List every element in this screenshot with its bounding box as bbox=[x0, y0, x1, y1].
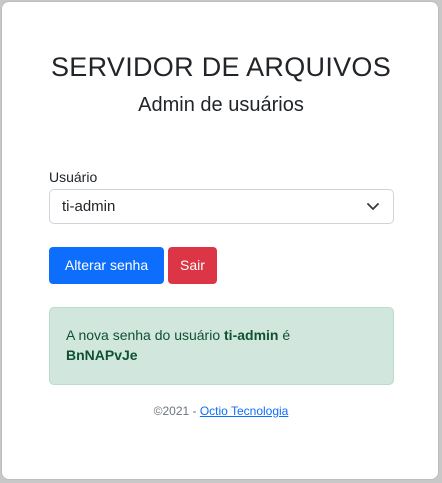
logout-button[interactable]: Sair bbox=[168, 247, 217, 284]
window-frame: SERVIDOR DE ARQUIVOS Admin de usuários U… bbox=[0, 0, 442, 483]
user-select-value: ti-admin bbox=[62, 198, 116, 215]
alert-password: BnNAPvJe bbox=[66, 347, 138, 363]
change-password-button[interactable]: Alterar senha bbox=[49, 247, 164, 284]
page-subtitle: Admin de usuários bbox=[138, 94, 304, 116]
footer-company-link[interactable]: Octio Tecnologia bbox=[200, 404, 289, 418]
user-select-label: Usuário bbox=[49, 169, 98, 185]
page-title: SERVIDOR DE ARQUIVOS bbox=[50, 52, 392, 82]
alert-username: ti-admin bbox=[224, 327, 279, 343]
success-alert: A nova senha do usuário ti-admin é BnNAPv… bbox=[49, 307, 394, 385]
footer-copyright: ©2021 - bbox=[153, 404, 200, 418]
login-card: SERVIDOR DE ARQUIVOS Admin de usuários U… bbox=[1, 1, 439, 480]
chevron-down-icon bbox=[367, 203, 379, 210]
user-select[interactable]: ti-admin bbox=[49, 189, 394, 224]
alert-prefix: A nova senha do usuário bbox=[66, 327, 225, 343]
alert-message: A nova senha do usuário ti-admin é BnNAPv… bbox=[66, 325, 376, 365]
alert-middle: é bbox=[278, 327, 291, 343]
footer: ©2021 - Octio Tecnologia bbox=[2, 404, 440, 418]
